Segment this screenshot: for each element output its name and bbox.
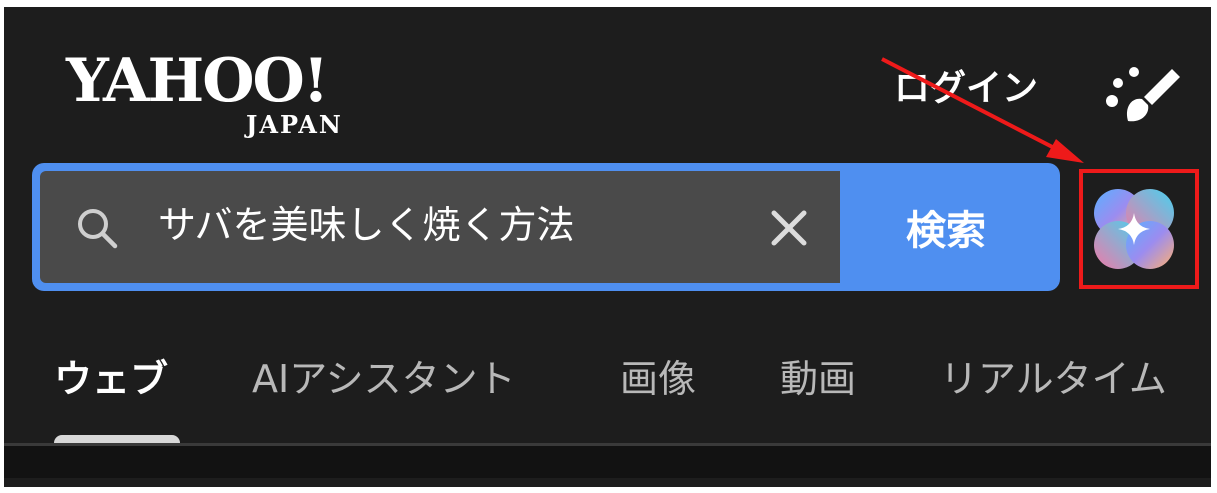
close-icon[interactable] (770, 209, 808, 247)
yahoo-japan-logo[interactable]: YAHOO! JAPAN (56, 45, 386, 145)
highlight-box (1079, 169, 1199, 289)
tab-images[interactable]: 画像 (620, 357, 696, 403)
content-area (4, 446, 1211, 478)
search-bar: サバを美味しく焼く方法 検索 (32, 163, 1060, 291)
search-input[interactable]: サバを美味しく焼く方法 (40, 171, 840, 283)
search-icon (78, 209, 118, 249)
tab-realtime[interactable]: リアルタイム (940, 357, 1167, 403)
search-query-text: サバを美味しく焼く方法 (158, 203, 575, 247)
tab-ai-assistant[interactable]: AIアシスタント (252, 357, 516, 403)
tab-videos[interactable]: 動画 (780, 357, 856, 403)
login-link[interactable]: ログイン (894, 71, 1038, 107)
search-button[interactable]: 検索 (840, 171, 1052, 283)
logo-main-text: YAHOO! (66, 46, 329, 116)
logo-sub-text: JAPAN (246, 110, 343, 139)
palette-brush-icon[interactable] (1102, 63, 1182, 127)
tab-web[interactable]: ウェブ (54, 357, 168, 403)
app-screen: YAHOO! JAPAN ログイン サバを美味しく焼く方法 検索 ウェブ AIア… (4, 7, 1211, 487)
